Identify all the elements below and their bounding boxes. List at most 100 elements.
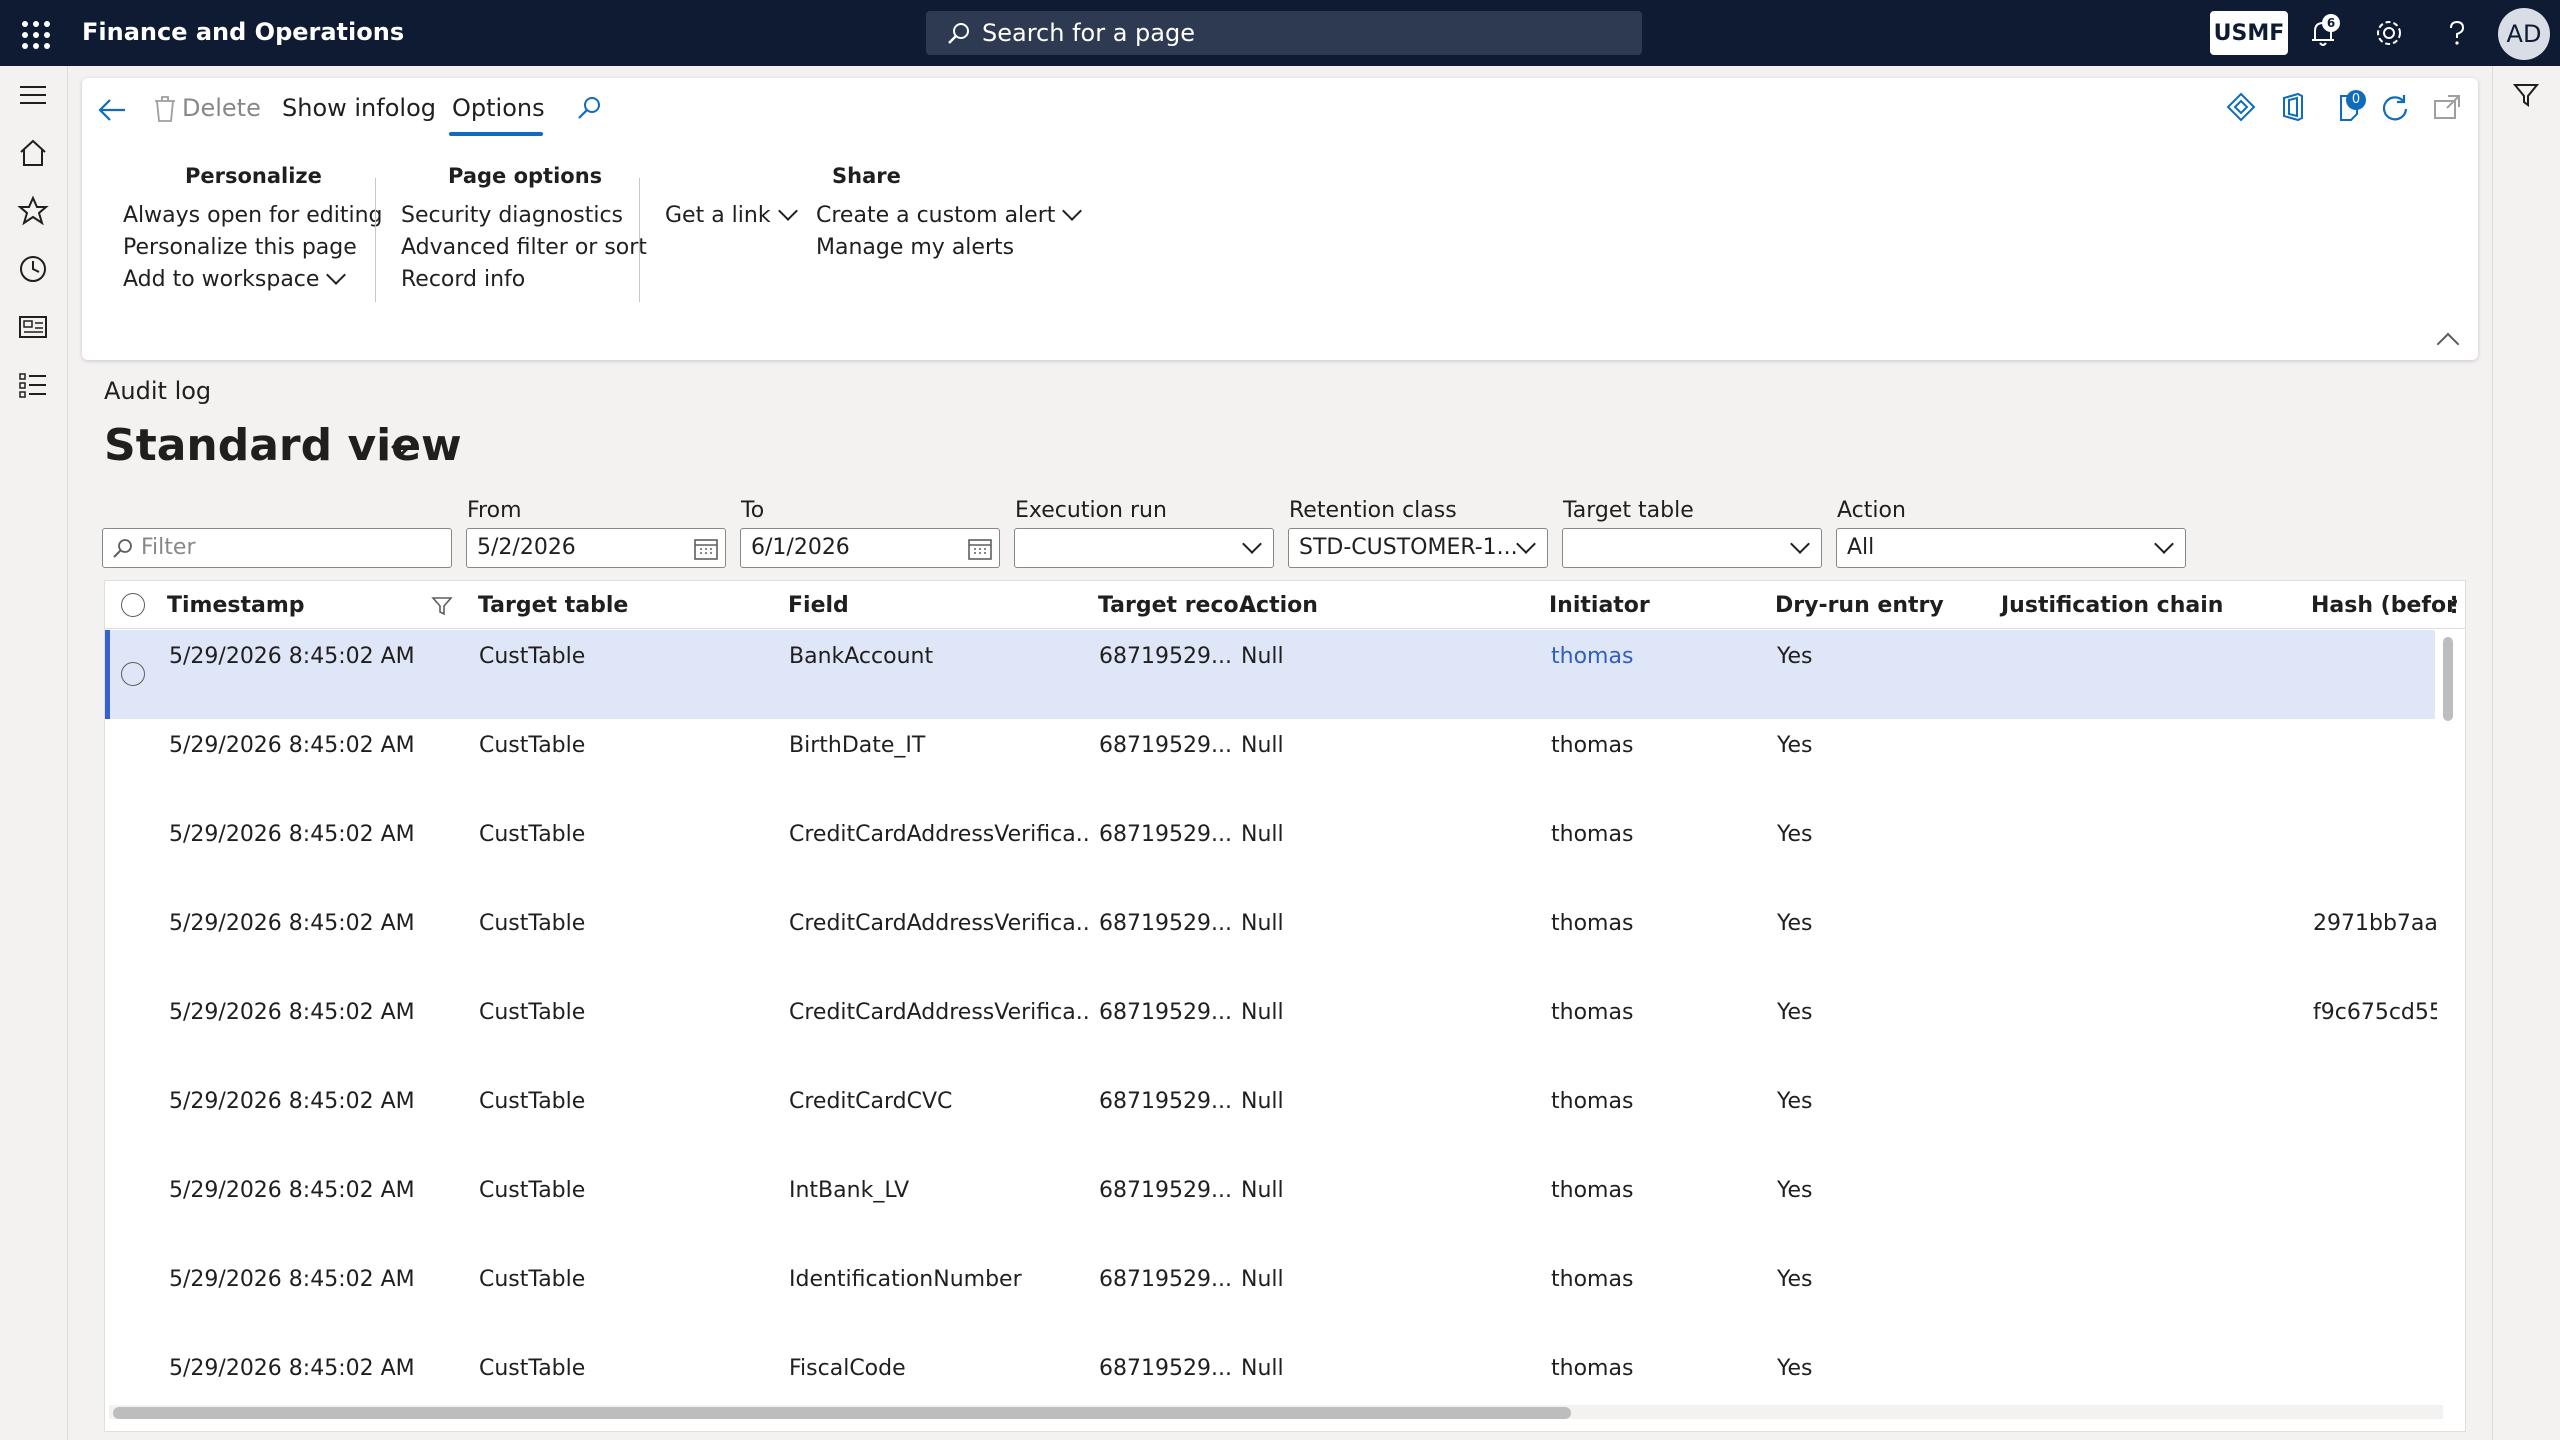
clock-icon[interactable] [16, 252, 50, 286]
hamburger-icon[interactable] [16, 78, 50, 112]
horizontal-scrollbar[interactable] [113, 1407, 1571, 1419]
workspace-icon[interactable] [16, 310, 50, 344]
column-header-dry-run[interactable]: Dry-run entry [1775, 593, 1944, 618]
cell-dry-run: Yes [1777, 1267, 1813, 1292]
star-icon[interactable] [16, 194, 50, 228]
to-date-field[interactable]: 6/1/2026 [740, 528, 1000, 568]
office-icon[interactable] [2276, 90, 2310, 124]
create-custom-alert-label: Create a custom alert [816, 203, 1056, 228]
cell-dry-run: Yes [1777, 1356, 1813, 1381]
cell-action: Null [1241, 1356, 1284, 1381]
diamond-icon[interactable] [2224, 90, 2258, 124]
table-row[interactable]: 5/29/2026 8:45:02 AM CustTable Identificat… [105, 1253, 2435, 1342]
cell-initiator[interactable]: thomas [1551, 733, 1633, 758]
get-a-link-button[interactable]: Get a link [665, 201, 798, 228]
page-search-input[interactable]: Search for a page [926, 11, 1642, 55]
company-picker[interactable]: USMF [2210, 11, 2288, 55]
attachment-count-badge: 0 [2346, 90, 2366, 110]
filter-input[interactable]: Filter [102, 528, 452, 568]
cell-dry-run: Yes [1777, 644, 1813, 669]
show-infolog-button[interactable]: Show infolog [282, 94, 436, 122]
table-row[interactable]: 5/29/2026 8:45:02 AM CustTable CreditCardA… [105, 808, 2435, 897]
cell-initiator[interactable]: thomas [1551, 822, 1633, 847]
delete-button[interactable]: Delete [182, 94, 261, 122]
cell-target-table: CustTable [479, 1267, 586, 1292]
app-title[interactable]: Finance and Operations [82, 18, 404, 46]
vertical-scrollbar[interactable] [2443, 637, 2453, 721]
add-to-workspace-label: Add to workspace [123, 267, 320, 292]
search-icon [948, 23, 969, 44]
filter-icon[interactable] [2511, 80, 2541, 110]
gear-icon[interactable] [2372, 16, 2406, 50]
calendar-icon[interactable] [967, 537, 993, 561]
refresh-icon[interactable] [2378, 90, 2412, 124]
cell-initiator[interactable]: thomas [1551, 1178, 1633, 1203]
cell-initiator[interactable]: thomas [1551, 1267, 1633, 1292]
table-row[interactable]: 5/29/2026 8:45:02 AM CustTable BirthDate_I… [105, 719, 2435, 808]
right-rail [2492, 66, 2560, 1440]
record-info-button[interactable]: Record info [401, 267, 525, 292]
cell-initiator[interactable]: thomas [1551, 911, 1633, 936]
from-date-field[interactable]: 5/2/2026 [466, 528, 726, 568]
manage-my-alerts-button[interactable]: Manage my alerts [816, 235, 1014, 260]
chevron-down-icon [2154, 534, 2174, 554]
table-row[interactable]: 5/29/2026 8:45:02 AM CustTable IntBank_LV 6… [105, 1164, 2435, 1253]
column-more-icon[interactable]: ⋮ [2443, 593, 2465, 618]
calendar-icon[interactable] [693, 537, 719, 561]
help-icon[interactable] [2440, 16, 2474, 50]
column-header-hash[interactable]: Hash (befor [2311, 593, 2457, 618]
row-select-radio[interactable] [121, 662, 145, 686]
cell-initiator[interactable]: thomas [1551, 644, 1633, 669]
cell-initiator[interactable]: thomas [1551, 1356, 1633, 1381]
cell-initiator[interactable]: thomas [1551, 1000, 1633, 1025]
waffle-icon[interactable] [18, 17, 50, 49]
cell-action: Null [1241, 1089, 1284, 1114]
column-header-field[interactable]: Field [788, 593, 849, 618]
column-header-initiator[interactable]: Initiator [1549, 593, 1650, 618]
retention-class-dropdown[interactable]: STD-CUSTOMER-1... [1288, 528, 1548, 568]
grid-header: Timestamp Target table Field Target reco… [105, 581, 2465, 629]
action-filter-dropdown[interactable]: All [1836, 528, 2186, 568]
column-header-timestamp[interactable]: Timestamp [167, 593, 305, 618]
table-row[interactable]: 5/29/2026 8:45:02 AM CustTable CreditCardA… [105, 897, 2437, 986]
cell-field: CreditCardAddressVerifica... [789, 822, 1089, 847]
execution-run-dropdown[interactable] [1014, 528, 1274, 568]
home-icon[interactable] [16, 136, 50, 170]
open-new-window-icon[interactable] [2430, 90, 2464, 124]
table-row[interactable]: 5/29/2026 8:45:02 AM CustTable BankAccount… [105, 630, 2435, 719]
share-group-title: Share [832, 164, 901, 188]
create-custom-alert-button[interactable]: Create a custom alert [816, 201, 1083, 228]
back-arrow-icon[interactable] [96, 94, 128, 126]
list-icon[interactable] [16, 368, 50, 402]
cell-target-table: CustTable [479, 644, 586, 669]
collapse-action-pane-icon[interactable] [2436, 332, 2460, 356]
action-pane: Delete Show infolog Options Personalize … [82, 78, 2478, 360]
target-table-dropdown[interactable] [1562, 528, 1822, 568]
chevron-down-icon [1790, 534, 1810, 554]
from-label: From [467, 498, 522, 523]
security-diagnostics-button[interactable]: Security diagnostics [401, 203, 623, 228]
table-row[interactable]: 5/29/2026 8:45:02 AM CustTable CreditCardA… [105, 986, 2437, 1075]
filter-icon[interactable] [431, 595, 453, 617]
cell-initiator[interactable]: thomas [1551, 1089, 1633, 1114]
table-row[interactable]: 5/29/2026 8:45:02 AM CustTable CreditCardC… [105, 1075, 2435, 1164]
cell-timestamp: 5/29/2026 8:45:02 AM [169, 1089, 415, 1114]
cell-dry-run: Yes [1777, 1000, 1813, 1025]
cell-dry-run: Yes [1777, 822, 1813, 847]
avatar[interactable]: AD [2498, 8, 2550, 60]
cell-target-record: 68719529... [1099, 1000, 1232, 1025]
column-header-target-table[interactable]: Target table [478, 593, 628, 618]
personalize-this-page-button[interactable]: Personalize this page [123, 235, 357, 260]
cell-field: CreditCardAddressVerifica... [789, 1000, 1089, 1025]
tab-options[interactable]: Options [452, 94, 545, 122]
column-header-justification-chain[interactable]: Justification chain [2001, 593, 2223, 618]
add-to-workspace-button[interactable]: Add to workspace [123, 265, 347, 292]
cell-hash: f9c675cd55 [2313, 1000, 2437, 1025]
always-open-for-editing-button[interactable]: Always open for editing [123, 203, 383, 228]
column-header-action[interactable]: Action [1239, 593, 1318, 618]
select-all-checkbox[interactable] [121, 593, 145, 617]
cell-action: Null [1241, 733, 1284, 758]
advanced-filter-button[interactable]: Advanced filter or sort [401, 235, 647, 260]
search-icon[interactable] [574, 94, 604, 124]
cell-dry-run: Yes [1777, 1178, 1813, 1203]
